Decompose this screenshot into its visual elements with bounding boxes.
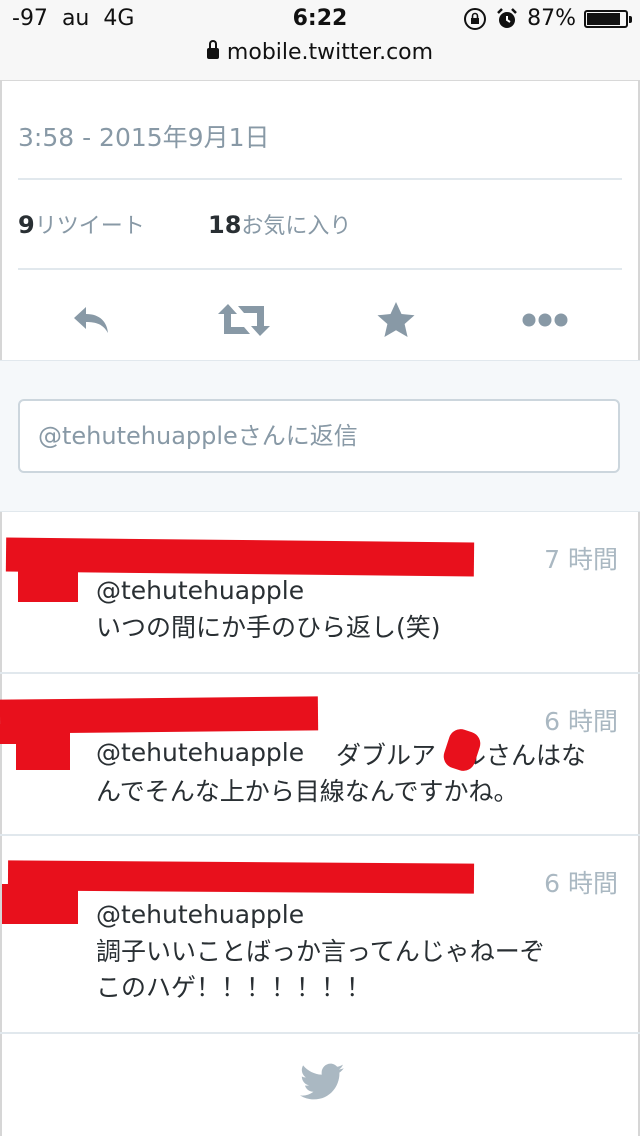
retweet-button[interactable] xyxy=(214,290,274,350)
divider xyxy=(18,178,622,180)
battery-percent: 87% xyxy=(527,6,576,31)
favorite-count: 18 xyxy=(208,211,242,239)
url-text: mobile.twitter.com xyxy=(226,40,434,65)
reply-mention[interactable]: @tehutehuapple xyxy=(96,900,304,929)
status-right: 87% xyxy=(463,6,632,31)
reply-time: 7 時間 xyxy=(544,545,618,574)
rotation-lock-icon xyxy=(464,7,487,30)
retweet-icon xyxy=(218,304,270,336)
retweet-count: 9 xyxy=(18,211,35,239)
favorite-stat[interactable]: 18お気に入り xyxy=(208,208,351,240)
redacted-avatar xyxy=(2,884,78,924)
reply-tweet[interactable]: 6 時間 @tehutehuapple 調子いいことばっか言ってんじゃねーぞ こ… xyxy=(0,836,640,1034)
tweet-stats: 9リツイート 18お気に入り xyxy=(18,208,351,240)
reply-mention[interactable]: @tehutehuapple xyxy=(96,738,304,767)
more-icon xyxy=(522,313,568,327)
battery-icon xyxy=(584,9,632,28)
reply-tweet[interactable]: 7 時間 @tehutehuapple いつの間にか手のひら返し(笑) xyxy=(0,512,640,674)
reply-time: 6 時間 xyxy=(544,707,618,736)
reply-text-line1: ダブルア ルさんはな xyxy=(336,741,587,770)
tweet-timestamp[interactable]: 3:58 - 2015年9月1日 xyxy=(18,118,270,154)
reply-text-line2: んでそんな上から目線なんですかね。 xyxy=(96,777,519,806)
retweet-label: リツイート xyxy=(34,214,145,239)
reply-input[interactable]: @tehutehuappleさんに返信 xyxy=(18,399,620,473)
more-button[interactable] xyxy=(515,290,575,350)
address-bar[interactable]: mobile.twitter.com xyxy=(0,40,640,65)
twitter-bird-icon[interactable] xyxy=(300,1062,344,1102)
reply-button[interactable] xyxy=(62,290,122,350)
tweet-actions xyxy=(0,280,640,360)
reply-time: 6 時間 xyxy=(544,869,618,898)
redacted-avatar xyxy=(18,558,78,602)
favorite-button[interactable] xyxy=(366,290,426,350)
favorite-label: お気に入り xyxy=(241,214,352,239)
lock-icon xyxy=(206,40,219,59)
battery-level xyxy=(587,12,621,25)
reply-section: @tehutehuappleさんに返信 xyxy=(0,360,640,512)
reply-text-line1: 調子いいことばっか言ってんじゃねーぞ xyxy=(96,937,545,966)
alarm-icon xyxy=(497,7,517,28)
divider xyxy=(18,268,622,270)
retweet-stat[interactable]: 9リツイート xyxy=(18,211,145,239)
reply-tweet[interactable]: 6 時間 @tehutehuapple ダブルア ルさんはな んでそんな上から目… xyxy=(0,674,640,836)
redacted-avatar xyxy=(16,734,70,770)
reply-icon xyxy=(74,307,108,333)
status-bar: -97 au 4G 6:22 87% mobile.twitter.com xyxy=(0,0,640,81)
reply-text-line2: このハゲ！！！！！！！ xyxy=(96,973,372,1002)
reply-mention[interactable]: @tehutehuapple xyxy=(96,576,304,605)
reply-text: いつの間にか手のひら返し(笑) xyxy=(96,613,441,642)
favorite-star-icon xyxy=(377,302,415,337)
